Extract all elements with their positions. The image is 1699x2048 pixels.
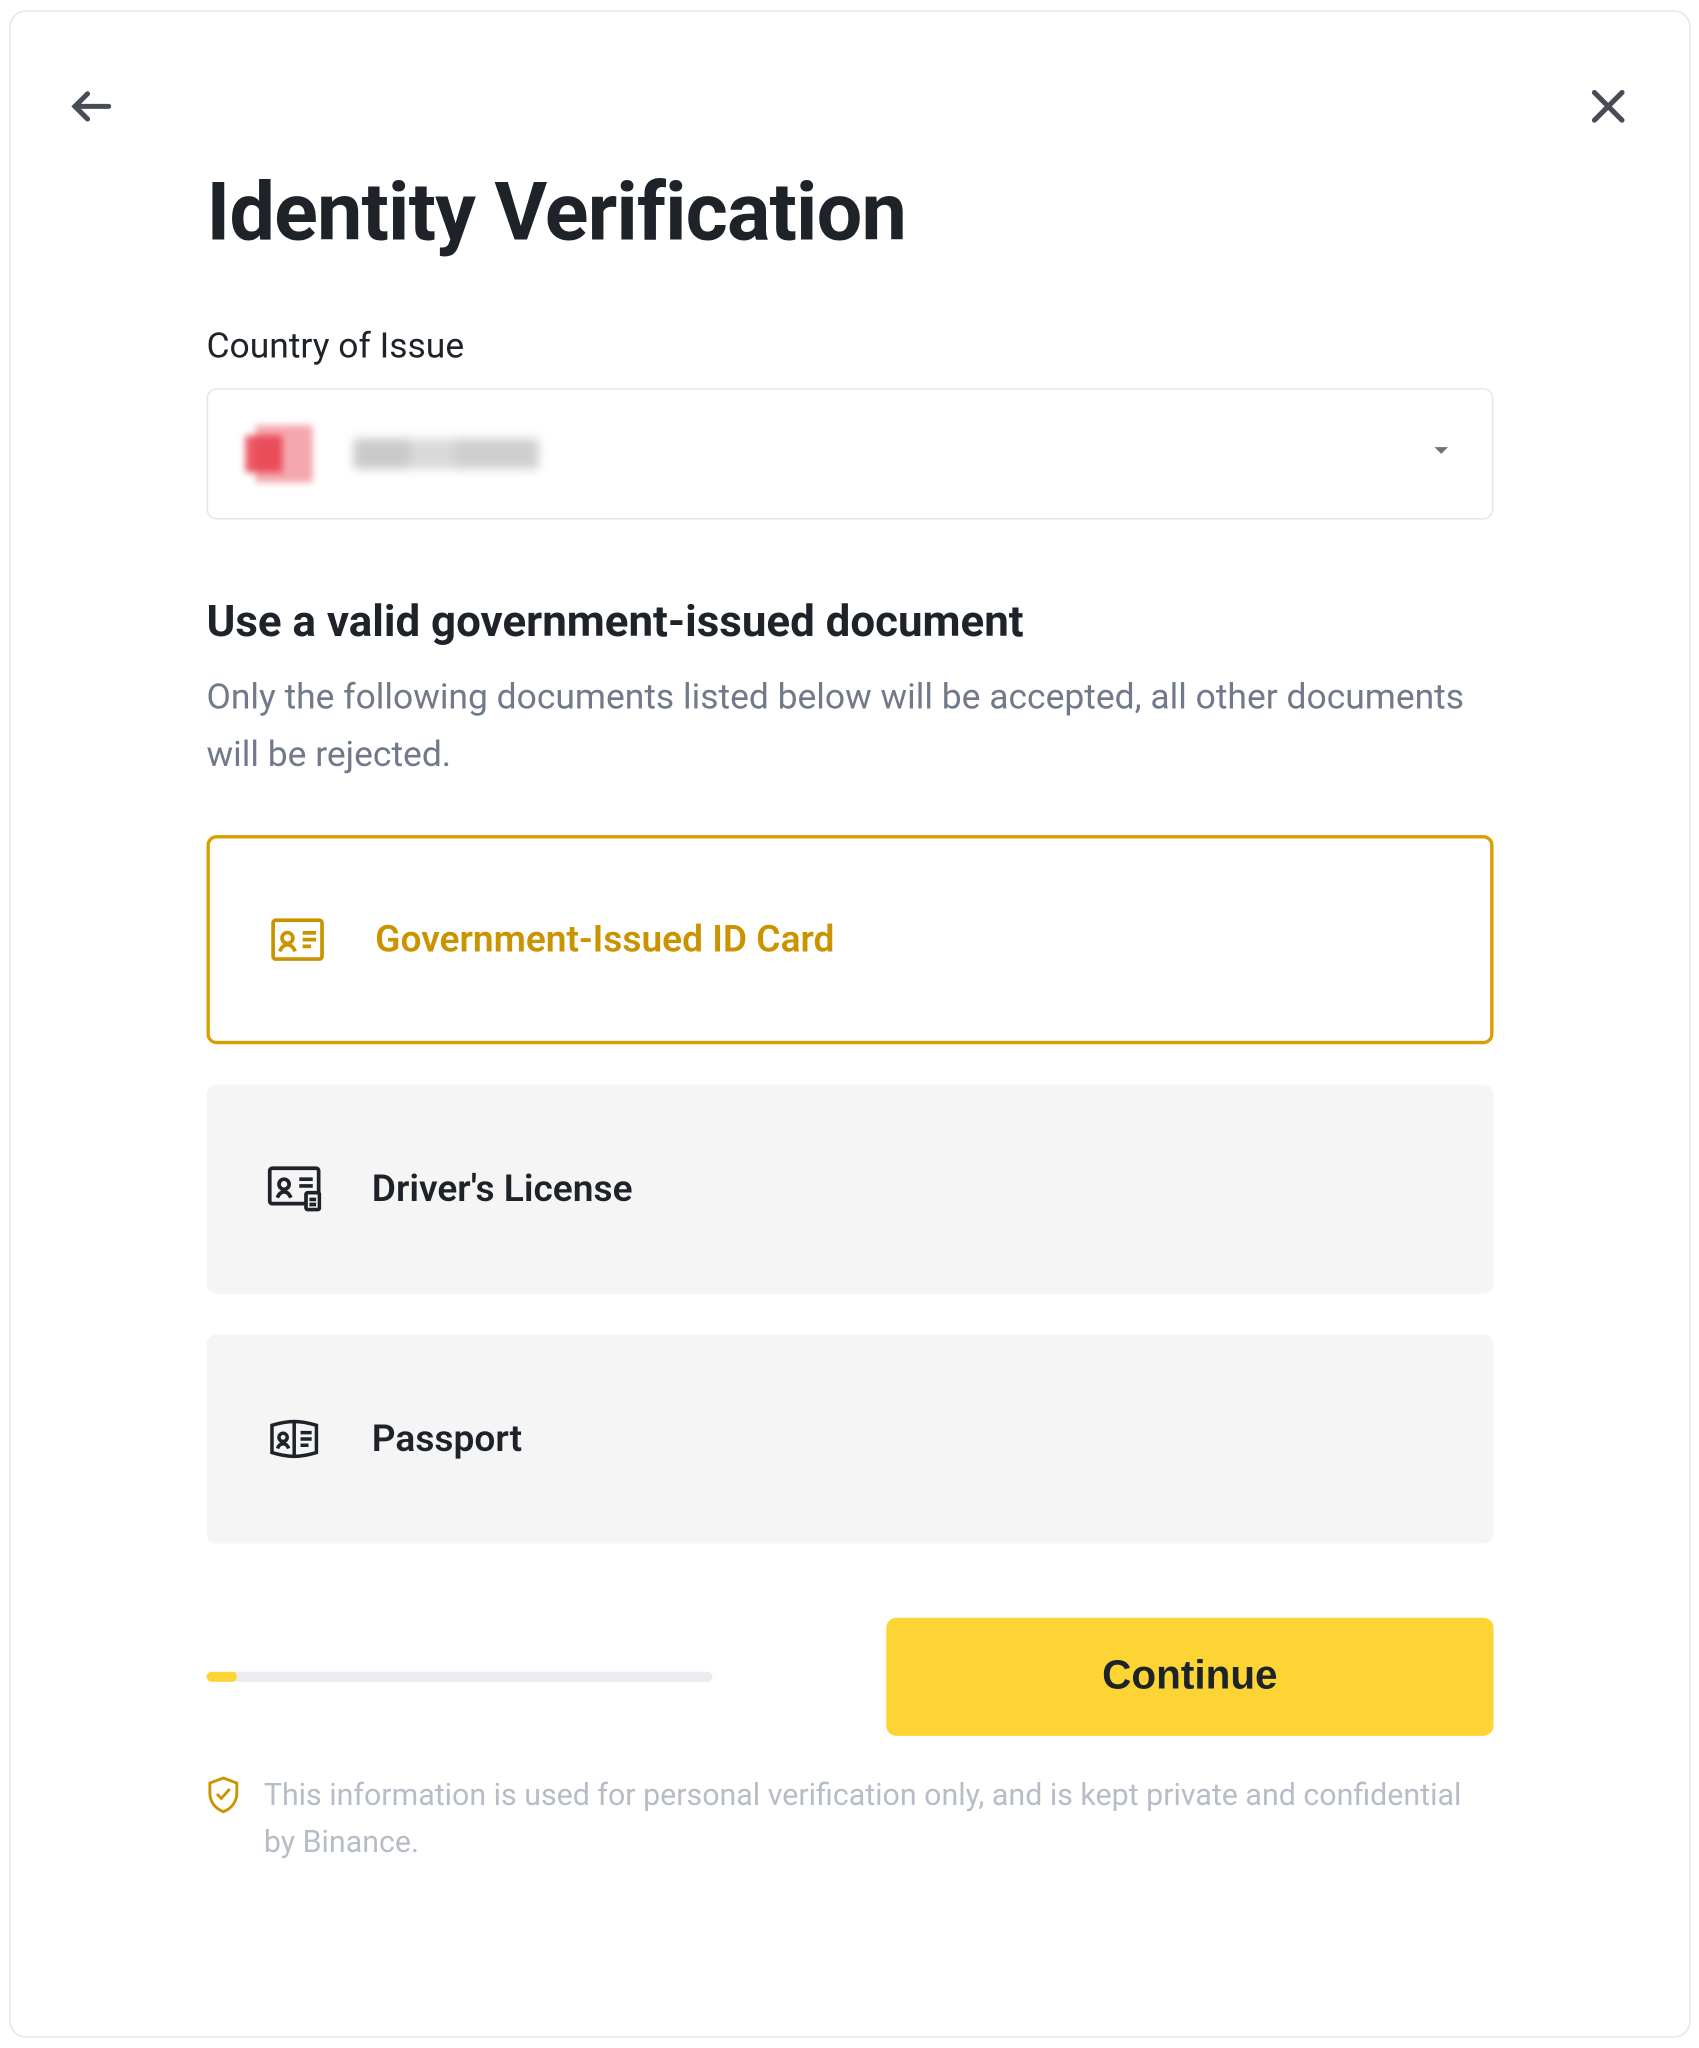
country-select[interactable] [206,388,1493,520]
back-button[interactable] [61,79,122,140]
close-button[interactable] [1577,79,1638,140]
drivers-license-icon [267,1166,321,1213]
caret-down-icon [1427,437,1454,471]
passport-icon [267,1416,321,1463]
doc-option-license[interactable]: Driver's License [206,1085,1493,1294]
page-title: Identity Verification [206,164,1493,260]
doc-section-title: Use a valid government-issued document [206,597,1493,648]
progress-fill [206,1672,236,1682]
verification-panel: Identity Verification Country of Issue U… [9,10,1691,2038]
content: Identity Verification Country of Issue U… [61,123,1638,1985]
arrow-left-icon [66,81,117,138]
id-card-icon [270,916,324,963]
doc-option-passport[interactable]: Passport [206,1335,1493,1544]
doc-option-label: Government-Issued ID Card [375,919,834,961]
privacy-footnote: This information is used for personal ve… [206,1773,1493,1867]
privacy-footnote-text: This information is used for personal ve… [263,1773,1493,1867]
country-name-redacted [353,439,539,469]
continue-button[interactable]: Continue [886,1618,1493,1736]
progress-bar [206,1672,712,1682]
close-icon [1584,83,1631,137]
doc-option-label: Driver's License [371,1169,632,1211]
bottom-row: Continue [206,1618,1493,1736]
doc-section-description: Only the following documents listed belo… [206,671,1493,784]
top-bar [61,73,1638,124]
doc-option-label: Passport [371,1418,521,1460]
country-flag-icon [245,415,323,493]
doc-option-gov-id[interactable]: Government-Issued ID Card [206,835,1493,1044]
shield-check-icon [206,1777,240,1811]
country-field-label: Country of Issue [206,327,1493,367]
